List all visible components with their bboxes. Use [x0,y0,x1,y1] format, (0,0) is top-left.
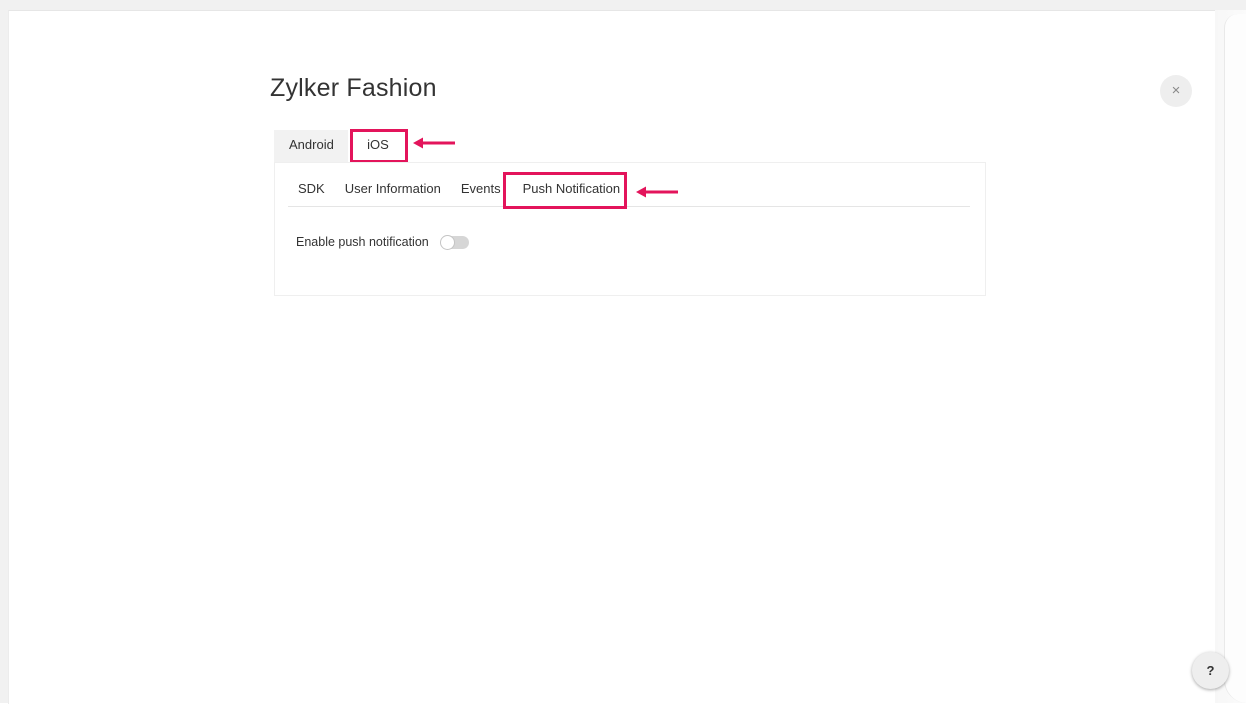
close-button[interactable]: × [1160,75,1192,107]
close-icon: × [1171,82,1181,99]
platform-tabs: Android iOS [274,130,408,162]
help-icon: ? [1206,663,1215,678]
toggle-knob [439,234,455,250]
tab-push-notification[interactable]: Push Notification [511,172,631,206]
side-drawer-curve [1224,14,1246,703]
tab-android[interactable]: Android [274,130,348,162]
tab-events[interactable]: Events [451,172,511,206]
tab-ios[interactable]: iOS [348,130,408,162]
tab-user-information[interactable]: User Information [335,172,451,206]
help-button[interactable]: ? [1192,652,1229,689]
push-notification-toggle[interactable] [439,234,469,250]
push-notification-setting: Enable push notification [296,233,469,251]
dialog-panel [8,10,1216,704]
sub-tabs: SDK User Information Events Push Notific… [288,172,970,207]
page-title: Zylker Fashion [270,74,437,102]
tab-sdk[interactable]: SDK [288,172,335,206]
push-notification-label: Enable push notification [296,235,429,249]
